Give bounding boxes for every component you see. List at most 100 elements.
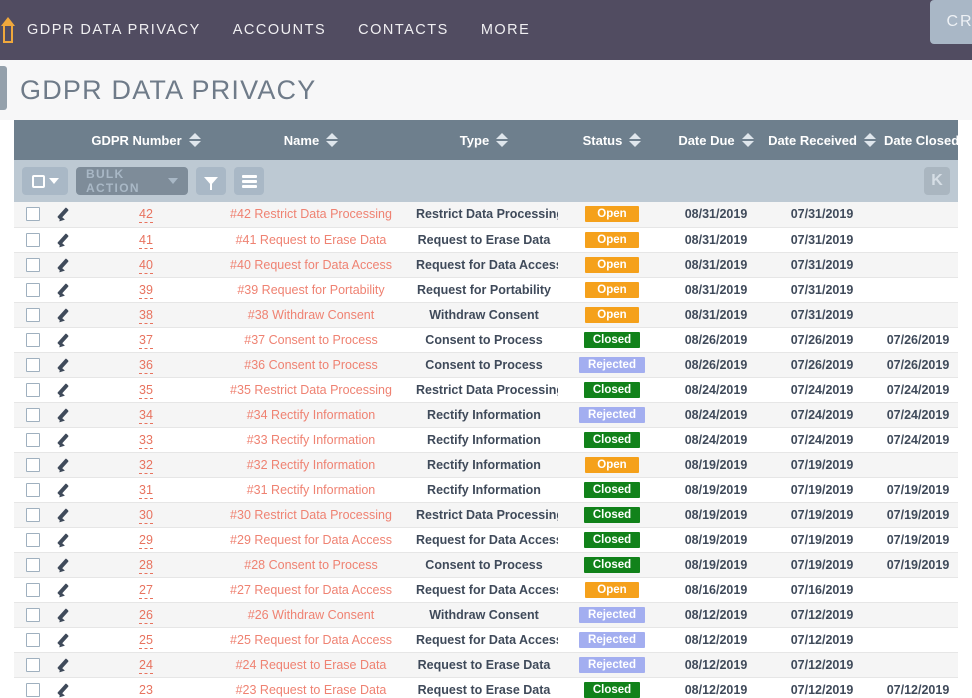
row-checkbox[interactable] bbox=[26, 232, 40, 247]
gdpr-number-link[interactable]: 36 bbox=[139, 357, 153, 374]
status-badge[interactable]: Rejected bbox=[579, 356, 645, 373]
gdpr-number-link[interactable]: 25 bbox=[139, 632, 153, 649]
bulk-action-button[interactable]: BULK ACTION bbox=[76, 167, 188, 195]
status-badge[interactable]: Closed bbox=[583, 381, 641, 398]
row-checkbox[interactable] bbox=[26, 332, 40, 347]
edit-icon[interactable] bbox=[58, 532, 74, 548]
record-name-link[interactable]: #31 Rectify Information bbox=[247, 483, 376, 497]
status-badge[interactable]: Rejected bbox=[579, 606, 645, 623]
record-name-link[interactable]: #42 Restrict Data Processing bbox=[230, 207, 392, 221]
gdpr-number-link[interactable]: 27 bbox=[139, 582, 153, 599]
gdpr-number-link[interactable]: 37 bbox=[139, 332, 153, 349]
status-badge[interactable]: Closed bbox=[583, 431, 641, 448]
edit-icon[interactable] bbox=[58, 657, 74, 673]
gdpr-number-link[interactable]: 34 bbox=[139, 407, 153, 424]
table-row[interactable]: 26 #26 Withdraw Consent Withdraw Consent Re… bbox=[14, 602, 958, 628]
status-badge[interactable]: Closed bbox=[583, 481, 641, 498]
gdpr-number-link[interactable]: 28 bbox=[139, 557, 153, 574]
col-header-status[interactable]: Status bbox=[558, 120, 666, 160]
record-name-link[interactable]: #36 Consent to Process bbox=[244, 358, 377, 372]
record-name-link[interactable]: #35 Restrict Data Processing bbox=[230, 383, 392, 397]
row-checkbox[interactable] bbox=[26, 682, 40, 697]
record-name-link[interactable]: #33 Rectify Information bbox=[247, 433, 376, 447]
row-checkbox[interactable] bbox=[26, 532, 40, 547]
row-checkbox[interactable] bbox=[26, 657, 40, 672]
gdpr-number-link[interactable]: 31 bbox=[139, 482, 153, 499]
status-badge[interactable]: Closed bbox=[583, 506, 641, 523]
gdpr-number-link[interactable]: 24 bbox=[139, 657, 153, 674]
table-row[interactable]: 30 #30 Restrict Data Processing Restrict D… bbox=[14, 502, 958, 528]
status-badge[interactable]: Open bbox=[585, 206, 639, 223]
edit-icon[interactable] bbox=[58, 432, 74, 448]
table-row[interactable]: 28 #28 Consent to Process Consent to Proce… bbox=[14, 552, 958, 578]
table-row[interactable]: 31 #31 Rectify Information Rectify Informa… bbox=[14, 477, 958, 503]
record-name-link[interactable]: #29 Request for Data Access bbox=[230, 533, 392, 547]
col-header-type[interactable]: Type bbox=[410, 120, 558, 160]
row-checkbox[interactable] bbox=[26, 357, 40, 372]
table-row[interactable]: 35 #35 Restrict Data Processing Restrict D… bbox=[14, 377, 958, 403]
edit-icon[interactable] bbox=[58, 607, 74, 623]
row-checkbox[interactable] bbox=[26, 382, 40, 397]
record-name-link[interactable]: #32 Rectify Information bbox=[247, 458, 376, 472]
record-name-link[interactable]: #39 Request for Portability bbox=[237, 283, 384, 297]
sort-icon-type[interactable] bbox=[496, 133, 509, 147]
status-badge[interactable]: Closed bbox=[583, 681, 641, 698]
status-badge[interactable]: Open bbox=[585, 456, 639, 473]
gdpr-number-link[interactable]: 41 bbox=[139, 232, 153, 249]
edit-icon[interactable] bbox=[58, 282, 74, 298]
record-name-link[interactable]: #38 Withdraw Consent bbox=[248, 308, 374, 322]
sort-icon-date-received[interactable] bbox=[863, 133, 876, 147]
record-name-link[interactable]: #41 Request to Erase Data bbox=[236, 233, 387, 247]
status-badge[interactable]: Rejected bbox=[579, 656, 645, 673]
sidebar-toggle-handle[interactable] bbox=[0, 66, 7, 110]
select-all-dropdown[interactable] bbox=[22, 167, 68, 195]
edit-icon[interactable] bbox=[58, 407, 74, 423]
table-row[interactable]: 39 #39 Request for Portability Request for… bbox=[14, 277, 958, 303]
edit-icon[interactable] bbox=[58, 582, 74, 598]
status-badge[interactable]: Rejected bbox=[579, 406, 645, 423]
status-badge[interactable]: Open bbox=[585, 256, 639, 273]
gdpr-number-link[interactable]: 35 bbox=[139, 382, 153, 399]
col-header-date-closed[interactable]: Date Closed bbox=[878, 120, 959, 160]
edit-icon[interactable] bbox=[58, 382, 74, 398]
sort-icon-gdpr-number[interactable] bbox=[188, 133, 201, 147]
edit-icon[interactable] bbox=[58, 206, 74, 222]
edit-icon[interactable] bbox=[58, 557, 74, 573]
row-checkbox[interactable] bbox=[26, 257, 40, 272]
column-chooser-button[interactable] bbox=[234, 167, 264, 195]
nav-item-more[interactable]: More bbox=[465, 22, 547, 38]
status-badge[interactable]: Open bbox=[585, 306, 639, 323]
row-checkbox[interactable] bbox=[26, 482, 40, 497]
nav-item-contacts[interactable]: Contacts bbox=[342, 22, 465, 38]
table-row[interactable]: 34 #34 Rectify Information Rectify Informa… bbox=[14, 402, 958, 428]
gdpr-number-link[interactable]: 30 bbox=[139, 507, 153, 524]
gdpr-number-link[interactable]: 32 bbox=[139, 457, 153, 474]
sort-icon-date-due[interactable] bbox=[741, 133, 754, 147]
pagination-first-page-button[interactable]: K bbox=[924, 167, 950, 195]
table-row[interactable]: 24 #24 Request to Erase Data Request to Er… bbox=[14, 652, 958, 678]
gdpr-number-link[interactable]: 42 bbox=[139, 207, 153, 224]
table-row[interactable]: 23 #23 Request to Erase Data Request to Er… bbox=[14, 677, 958, 698]
edit-icon[interactable] bbox=[58, 682, 74, 698]
col-header-name[interactable]: Name bbox=[212, 120, 410, 160]
edit-icon[interactable] bbox=[58, 307, 74, 323]
row-checkbox[interactable] bbox=[26, 307, 40, 322]
col-header-date-due[interactable]: Date Due bbox=[666, 120, 766, 160]
record-name-link[interactable]: #26 Withdraw Consent bbox=[248, 608, 374, 622]
status-badge[interactable]: Closed bbox=[583, 331, 641, 348]
table-row[interactable]: 38 #38 Withdraw Consent Withdraw Consent Op… bbox=[14, 302, 958, 328]
edit-icon[interactable] bbox=[58, 632, 74, 648]
col-header-date-received[interactable]: Date Received bbox=[766, 120, 878, 160]
table-row[interactable]: 36 #36 Consent to Process Consent to Proce… bbox=[14, 352, 958, 378]
table-row[interactable]: 40 #40 Request for Data Access Request for… bbox=[14, 252, 958, 278]
filter-button[interactable] bbox=[196, 167, 226, 195]
home-icon[interactable] bbox=[1, 17, 15, 43]
nav-item-accounts[interactable]: Accounts bbox=[217, 22, 342, 38]
row-checkbox[interactable] bbox=[26, 432, 40, 447]
record-name-link[interactable]: #24 Request to Erase Data bbox=[236, 658, 387, 672]
status-badge[interactable]: Open bbox=[585, 231, 639, 248]
row-checkbox[interactable] bbox=[26, 507, 40, 522]
sort-icon-status[interactable] bbox=[629, 133, 642, 147]
gdpr-number-link[interactable]: 33 bbox=[139, 432, 153, 449]
edit-icon[interactable] bbox=[58, 357, 74, 373]
